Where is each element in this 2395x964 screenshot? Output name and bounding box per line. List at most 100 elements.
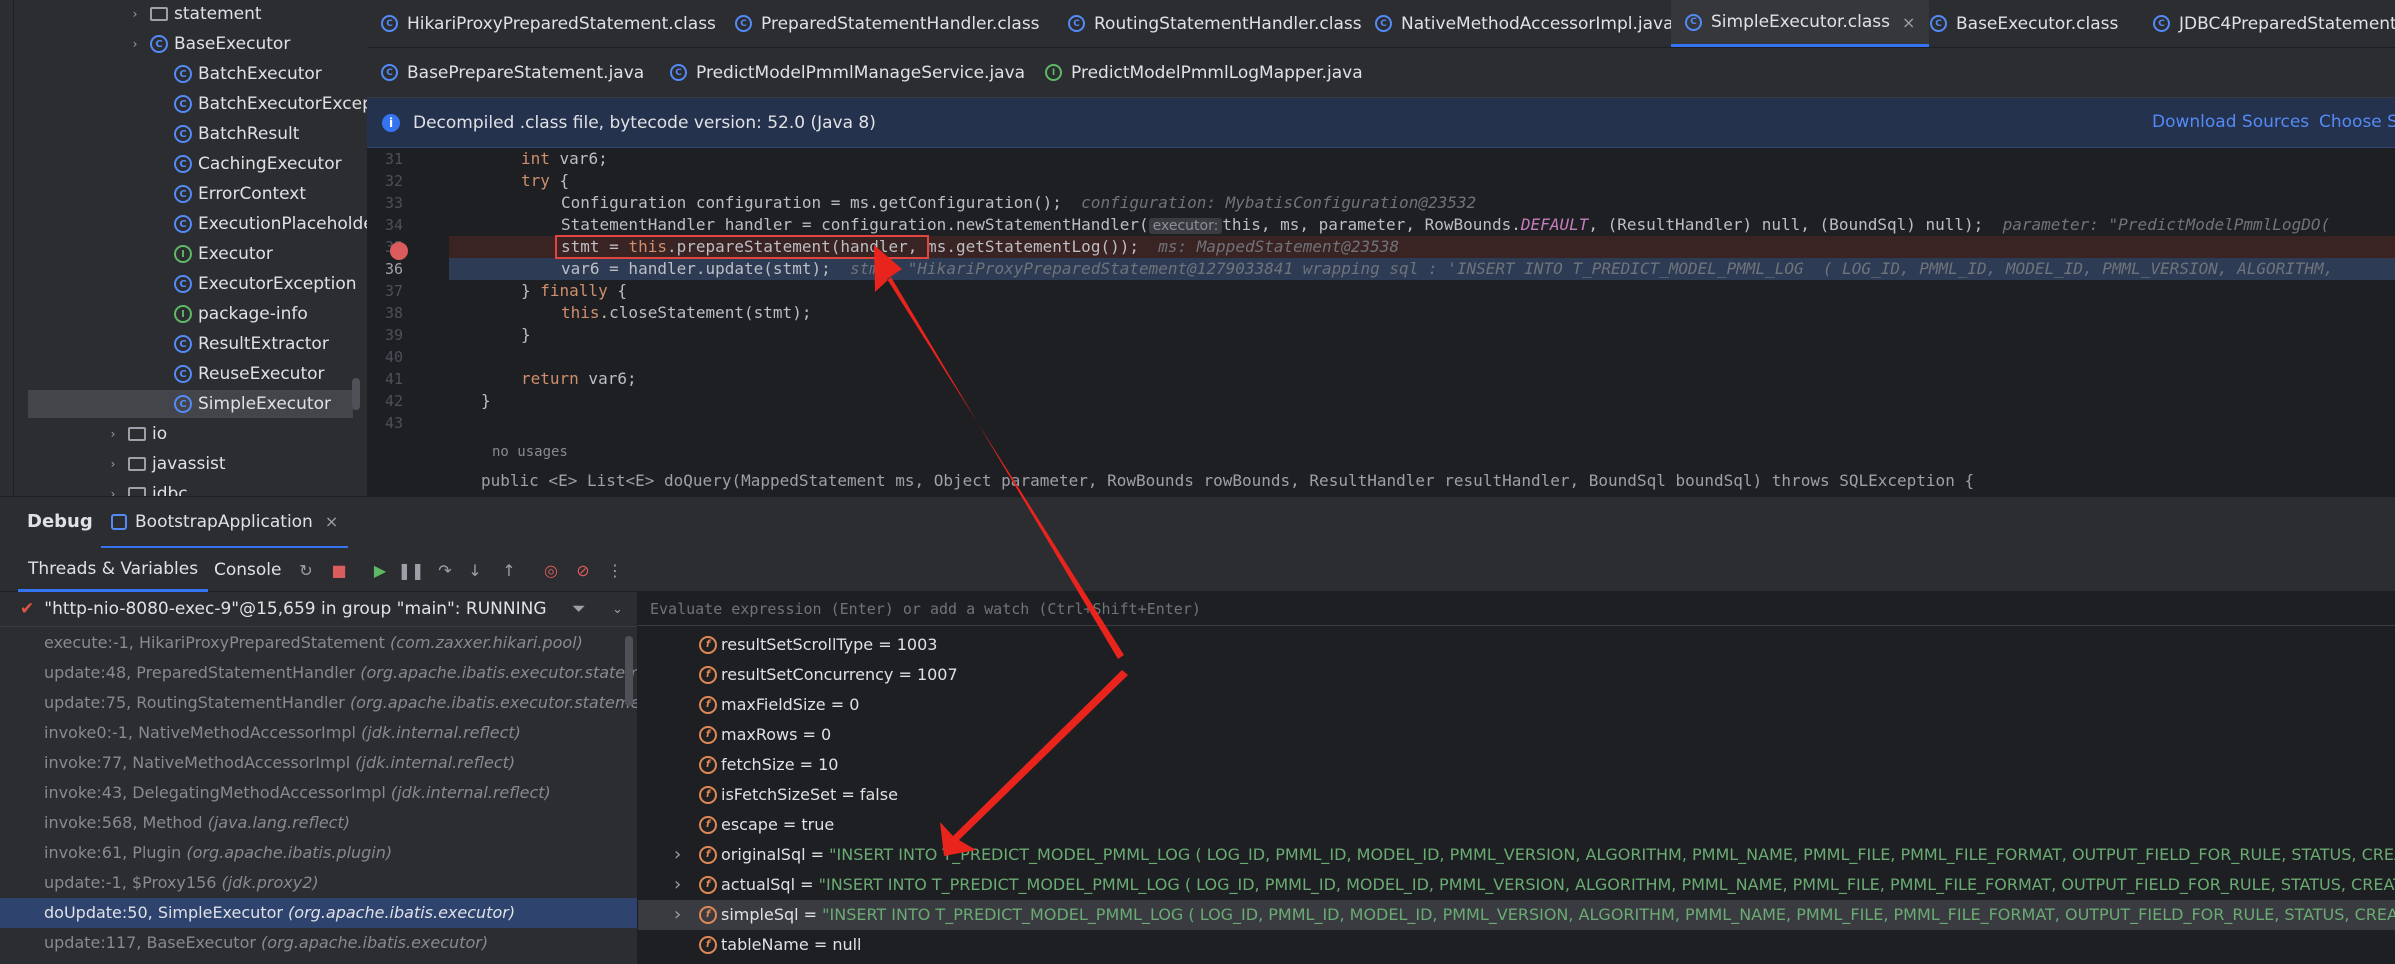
evaluate-expression-input[interactable] <box>638 592 2395 625</box>
editor-gutter[interactable]: 31323334353637383940414243 <box>367 148 449 496</box>
tab-console[interactable]: Console <box>214 548 282 592</box>
chevron-right-icon[interactable]: › <box>128 37 142 51</box>
step-out-icon[interactable]: ↑ <box>498 559 520 581</box>
stack-frame[interactable]: update:75, RoutingStatementHandler (org.… <box>0 688 637 718</box>
chevron-right-icon[interactable]: › <box>106 487 120 496</box>
class-icon: C <box>1375 15 1392 32</box>
stack-frame[interactable]: doUpdate:50, SimpleExecutor (org.apache.… <box>0 898 637 928</box>
tree-item[interactable]: I Executor <box>152 240 273 268</box>
chevron-right-icon[interactable]: › <box>128 7 142 21</box>
editor-tab[interactable]: C PreparedStatementHandler.class <box>735 0 1040 47</box>
tree-item-label: BatchExecutor <box>198 64 322 84</box>
choose-sources-link[interactable]: Choose Sources... <box>2319 112 2395 132</box>
variable-name: isFetchSizeSet <box>721 785 837 804</box>
variable-row[interactable]: f isFetchSizeSet = false <box>638 780 2395 810</box>
close-icon[interactable]: × <box>1902 13 1915 32</box>
tree-item[interactable]: › jdbc <box>106 480 188 496</box>
variable-row[interactable]: f maxFieldSize = 0 <box>638 690 2395 720</box>
tree-item[interactable]: C SimpleExecutor <box>28 390 353 418</box>
step-over-icon[interactable]: ↷ <box>434 559 456 581</box>
decompiled-info-banner: i Decompiled .class file, bytecode versi… <box>367 98 2395 148</box>
frame-method: update:117, BaseExecutor <box>44 933 256 952</box>
more-icon[interactable]: ⋮ <box>604 559 626 581</box>
filter-icon[interactable]: ⏷ <box>572 599 586 619</box>
editor-tab[interactable]: C PredictModelPmmlManageService.java <box>670 48 1025 97</box>
frames-scrollbar[interactable] <box>625 636 633 706</box>
chevron-right-icon[interactable]: › <box>106 457 120 471</box>
variable-row[interactable]: f resultSetConcurrency = 1007 <box>638 660 2395 690</box>
stack-frame[interactable]: invoke:61, Plugin (org.apache.ibatis.plu… <box>0 838 637 868</box>
app-icon <box>111 513 127 530</box>
stack-frame[interactable]: update:117, BaseExecutor (org.apache.iba… <box>0 928 637 958</box>
variable-row[interactable]: f maxRows = 0 <box>638 720 2395 750</box>
editor-tab[interactable]: C NativeMethodAccessorImpl.java <box>1375 0 1674 47</box>
chevron-down-icon[interactable]: ⌄ <box>612 602 623 617</box>
stack-frame[interactable]: invoke:568, Method (java.lang.reflect) <box>0 808 637 838</box>
tab-threads-variables[interactable]: Threads & Variables <box>18 548 209 592</box>
pause-icon[interactable]: ❚❚ <box>398 559 425 581</box>
tree-item[interactable]: › io <box>106 420 168 448</box>
thread-selector[interactable]: ✔ "http-nio-8080-exec-9"@15,659 in group… <box>0 592 637 627</box>
editor-tab[interactable]: C RoutingStatementHandler.class <box>1068 0 1362 47</box>
editor-tab[interactable]: I PredictModelPmmlLogMapper.java <box>1045 48 1363 97</box>
stack-frame[interactable]: update:48, PreparedStatementHandler (org… <box>0 658 637 688</box>
variable-row[interactable]: › f actualSql = "INSERT INTO T_PREDICT_MOD… <box>638 870 2395 900</box>
stack-frame[interactable]: update:-1, $Proxy156 (jdk.proxy2) <box>0 868 637 898</box>
editor-tab[interactable]: C JDBC4PreparedStatement.java <box>2153 0 2395 47</box>
code-line-33: Configuration configuration = ms.getConf… <box>561 193 1477 212</box>
evaluate-expression-bar[interactable] <box>638 592 2395 626</box>
variable-row[interactable]: f fetchSize = 10 <box>638 750 2395 780</box>
tree-item[interactable]: C BatchResult <box>152 120 299 148</box>
tree-item[interactable]: C BatchExecutorException <box>152 90 367 118</box>
step-into-icon[interactable]: ↓ <box>464 559 486 581</box>
variable-row[interactable]: › f originalSql = "INSERT INTO T_PREDICT_M… <box>638 840 2395 870</box>
tree-scrollbar[interactable] <box>352 378 360 410</box>
stack-frame[interactable]: invoke:77, NativeMethodAccessorImpl (jdk… <box>0 748 637 778</box>
tree-item[interactable]: › C BaseExecutor <box>128 30 291 58</box>
breakpoint-icon[interactable] <box>390 242 408 260</box>
variable-row[interactable]: f tableName = null <box>638 930 2395 960</box>
mute-breakpoints-icon[interactable]: ⊘ <box>572 559 594 581</box>
tree-item[interactable]: C BatchExecutor <box>152 60 322 88</box>
variable-row[interactable]: f escape = true <box>638 810 2395 840</box>
code-line-32: try { <box>521 171 570 190</box>
tree-item[interactable]: › javassist <box>106 450 226 478</box>
variable-row[interactable]: › f simpleSql = "INSERT INTO T_PREDICT_MOD… <box>638 900 2395 930</box>
debug-session-tab[interactable]: BootstrapApplication × <box>101 497 349 549</box>
resume-icon[interactable]: ▶ <box>369 559 391 581</box>
tree-item[interactable]: › statement <box>128 0 262 28</box>
variable-value: = <box>805 845 830 864</box>
editor-tab[interactable]: C BaseExecutor.class <box>1930 0 2118 47</box>
chevron-right-icon[interactable]: › <box>674 840 681 870</box>
chevron-right-icon[interactable]: › <box>674 900 681 930</box>
stack-frame[interactable]: execute:-1, HikariProxyPreparedStatement… <box>0 628 637 658</box>
code-editor[interactable]: 31323334353637383940414243 int var6; try… <box>367 148 2395 496</box>
editor-tab[interactable]: C HikariProxyPreparedStatement.class <box>381 0 716 47</box>
stack-frame[interactable]: invoke0:-1, NativeMethodAccessorImpl (jd… <box>0 718 637 748</box>
close-icon[interactable]: × <box>325 512 338 531</box>
field-icon: f <box>699 876 717 894</box>
code-line-37: } finally { <box>521 281 627 300</box>
frame-method: execute:-1, HikariProxyPreparedStatement <box>44 633 385 652</box>
view-breakpoints-icon[interactable]: ◎ <box>540 559 562 581</box>
variable-row[interactable]: f resultSetScrollType = 1003 <box>638 630 2395 660</box>
tree-item[interactable]: C ExecutionPlaceholder <box>152 210 367 238</box>
class-icon: C <box>174 215 192 233</box>
tree-item-label: BatchExecutorException <box>198 94 367 114</box>
tree-item[interactable]: Ipackage-info <box>152 300 308 328</box>
editor-tab[interactable]: C BasePrepareStatement.java <box>381 48 644 97</box>
tree-item[interactable]: C ResultExtractor <box>152 330 329 358</box>
rerun-icon[interactable]: ↻ <box>295 559 317 581</box>
tree-item[interactable]: C ErrorContext <box>152 180 306 208</box>
tree-item[interactable]: C ExecutorException <box>152 270 357 298</box>
stack-frame[interactable]: invoke:43, DelegatingMethodAccessorImpl … <box>0 778 637 808</box>
stop-icon[interactable]: ■ <box>328 559 350 581</box>
tree-item[interactable]: C ReuseExecutor <box>152 360 325 388</box>
class-icon: C <box>1685 13 1702 31</box>
chevron-right-icon[interactable]: › <box>106 427 120 441</box>
chevron-right-icon[interactable]: › <box>674 870 681 900</box>
variable-value: = null <box>808 935 862 954</box>
tree-item[interactable]: C CachingExecutor <box>152 150 342 178</box>
editor-tab[interactable]: C SimpleExecutor.class × <box>1671 0 1930 47</box>
download-sources-link[interactable]: Download Sources <box>2152 112 2309 132</box>
